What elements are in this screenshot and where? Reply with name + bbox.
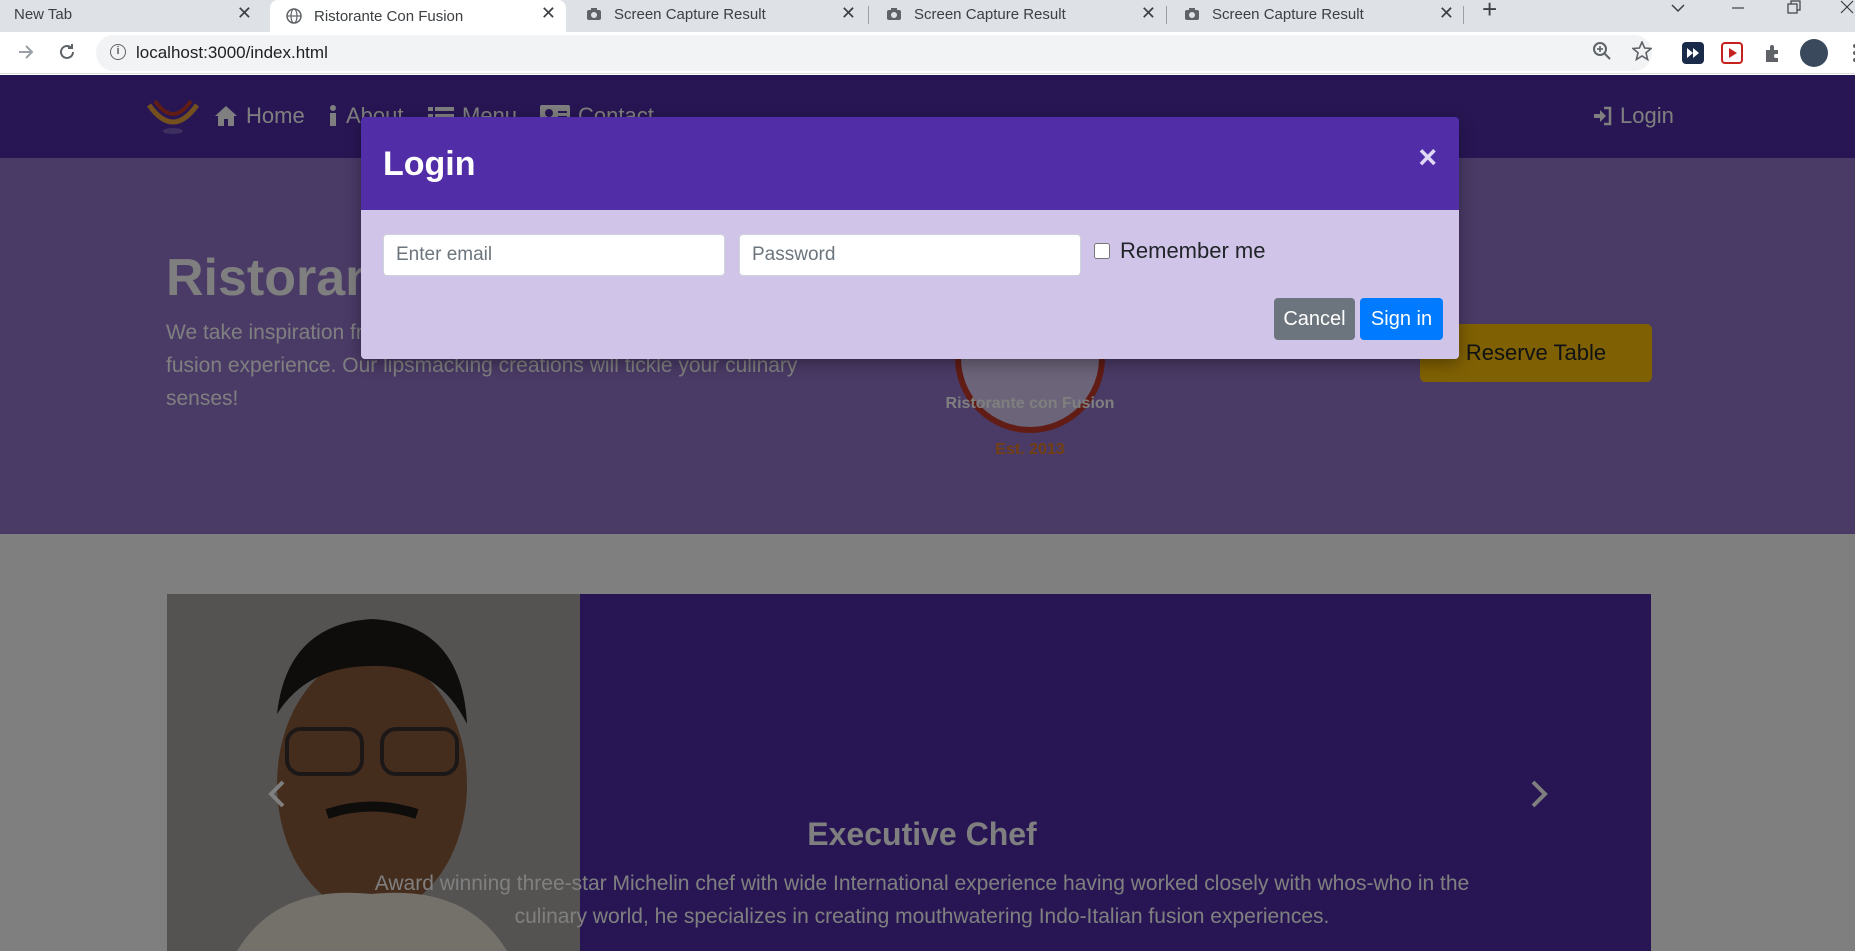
profile-avatar[interactable] xyxy=(1800,39,1828,67)
menu-kebab-icon[interactable] xyxy=(1844,42,1855,64)
remember-me[interactable]: Remember me xyxy=(1094,238,1265,264)
browser-tab-ristorante[interactable]: Ristorante Con Fusion ✕ xyxy=(270,0,566,32)
camera-icon xyxy=(1185,8,1199,20)
zoom-icon[interactable] xyxy=(1592,41,1612,61)
camera-icon xyxy=(887,8,901,20)
url-text: localhost:3000/index.html xyxy=(136,43,328,62)
restore-icon[interactable] xyxy=(1786,0,1802,14)
tab-separator xyxy=(1166,6,1167,24)
close-icon[interactable]: ✕ xyxy=(841,4,856,22)
tab-search-chevron-icon[interactable] xyxy=(1670,2,1686,14)
modal-body: Remember me Cancel Sign in xyxy=(361,210,1459,359)
address-bar[interactable]: i localhost:3000/index.html xyxy=(96,35,1652,71)
close-icon[interactable]: ✕ xyxy=(1439,4,1454,22)
extensions-puzzle-icon[interactable] xyxy=(1762,42,1784,64)
browser-tab-screen-capture-2[interactable]: Screen Capture Result ✕ xyxy=(870,0,1166,28)
browser-tab-screen-capture-1[interactable]: Screen Capture Result ✕ xyxy=(570,0,866,28)
login-modal: Login × Remember me Cancel Sign in xyxy=(361,117,1459,359)
web-page: Home About Menu Contact Login Ristorante… xyxy=(0,75,1855,951)
browser-tab-screen-capture-3[interactable]: Screen Capture Result ✕ xyxy=(1168,0,1464,28)
window-close-icon[interactable] xyxy=(1840,0,1854,14)
password-field[interactable] xyxy=(739,234,1081,276)
bookmark-star-icon[interactable] xyxy=(1632,41,1652,61)
extension-record-icon[interactable] xyxy=(1721,42,1743,64)
tab-title: Ristorante Con Fusion xyxy=(314,7,464,25)
tab-title: New Tab xyxy=(14,5,73,23)
remember-me-label: Remember me xyxy=(1120,238,1266,263)
browser-tab-strip: New Tab ✕ Ristorante Con Fusion ✕ Screen… xyxy=(0,0,1855,32)
reload-icon[interactable] xyxy=(57,42,77,62)
extension-media-icon[interactable] xyxy=(1682,42,1704,64)
new-tab-button[interactable]: + xyxy=(1482,0,1497,22)
tab-separator xyxy=(1463,6,1464,24)
browser-toolbar: i localhost:3000/index.html xyxy=(0,32,1855,74)
forward-arrow-icon[interactable] xyxy=(16,42,36,62)
modal-title: Login xyxy=(383,145,476,183)
cancel-button[interactable]: Cancel xyxy=(1274,298,1355,340)
modal-header: Login × xyxy=(361,117,1459,210)
tab-title: Screen Capture Result xyxy=(914,5,1066,23)
site-info-icon[interactable]: i xyxy=(110,44,126,60)
camera-icon xyxy=(587,8,601,20)
globe-icon xyxy=(286,8,302,24)
remember-me-checkbox[interactable] xyxy=(1094,243,1110,259)
tab-title: Screen Capture Result xyxy=(1212,5,1364,23)
sign-in-button[interactable]: Sign in xyxy=(1360,298,1443,340)
close-icon[interactable]: ✕ xyxy=(237,4,252,22)
tab-separator xyxy=(868,6,869,24)
email-field[interactable] xyxy=(383,234,725,276)
close-icon[interactable]: × xyxy=(1418,141,1437,173)
browser-tab-new-tab[interactable]: New Tab ✕ xyxy=(0,0,262,28)
minimize-icon[interactable] xyxy=(1730,2,1746,14)
close-icon[interactable]: ✕ xyxy=(1141,4,1156,22)
close-icon[interactable]: ✕ xyxy=(541,4,556,22)
tab-title: Screen Capture Result xyxy=(614,5,766,23)
